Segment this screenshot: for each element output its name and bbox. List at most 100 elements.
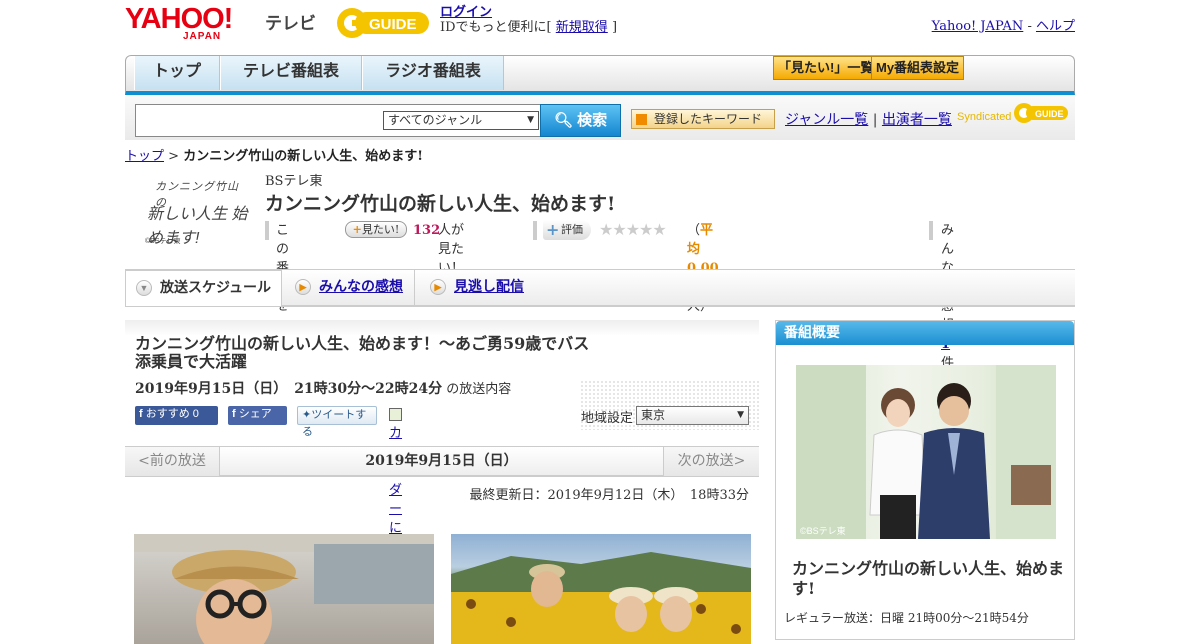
summary-photo: ©BSテレ東 — [796, 365, 1056, 539]
header: YAHOO! JAPAN テレビ GUIDE ログイン IDでもっと便利に[ 新… — [125, 0, 1075, 52]
thumb-credit: ©BSテレ東 — [145, 238, 181, 245]
gguide-small-logo: GUIDE — [1014, 103, 1068, 123]
header-links: Yahoo! JAPAN - ヘルプ — [932, 15, 1075, 34]
stat-divider — [929, 221, 933, 240]
facebook-icon: f — [139, 408, 143, 420]
stat-divider — [533, 221, 537, 240]
breadcrumb-sep: > — [168, 149, 180, 164]
program-title: カンニング竹山の新しい人生、始めます! — [265, 193, 616, 215]
last-updated: 最終更新日：2019年9月12日（木） 18時33分 — [469, 488, 749, 503]
rate-button[interactable]: + 評価 — [543, 220, 591, 240]
mitai-count: 132 — [413, 223, 441, 238]
syndicated-label: Syndicated — [957, 111, 1012, 123]
episode-photo-bus — [134, 534, 434, 644]
search-bar: すべてのジャンル ▼ 🔍︎ 検索 登録したキーワード ジャンル一覧 | 出演者一… — [125, 95, 1075, 140]
region-label: 地域設定 — [581, 411, 634, 426]
facebook-share-button[interactable]: f シェア — [228, 406, 287, 425]
yahoo-japan-logo[interactable]: YAHOO! JAPAN — [125, 3, 233, 42]
login-area: ログイン IDでもっと便利に[ 新規取得 ] — [440, 5, 617, 35]
search-links-divider: | — [872, 112, 878, 128]
next-broadcast-button[interactable]: 次の放送> — [663, 447, 759, 476]
tab-schedule-label: 放送スケジュール — [160, 279, 272, 295]
chevron-down-icon: ▼ — [136, 280, 152, 297]
facebook-recommend-button[interactable]: f おすすめ 0 — [135, 406, 218, 425]
photo-bus-art — [134, 534, 434, 644]
login-link[interactable]: ログイン — [440, 5, 492, 20]
login-sub: IDでもっと便利に[ — [440, 20, 552, 35]
login-close: ] — [611, 20, 618, 35]
airtime-value: 2019年9月15日（日） 21時30分～22時24分 — [135, 381, 443, 397]
episode-title: カンニング竹山の新しい人生、始めます！～あご勇59歳でバス添乗員で大活躍 — [135, 334, 590, 371]
summary-regular-airtime: レギュラー放送：日曜 21時00分～21時54分 — [784, 611, 1029, 625]
region-select[interactable]: 東京 ▼ — [636, 406, 749, 425]
tweet-button[interactable]: ✦ツイートする — [297, 406, 377, 438]
broadcast-date: 2019年9月15日（日） — [365, 453, 518, 469]
chevron-down-icon: ▼ — [737, 410, 744, 420]
my-schedule-button[interactable]: My番組表設定 — [871, 56, 965, 80]
cast-list-link[interactable]: 出演者一覧 — [882, 112, 952, 128]
avg-open: （ — [687, 223, 701, 238]
tab-top[interactable]: トップ — [134, 56, 220, 90]
header-link-sep: - — [1027, 19, 1032, 34]
keyword-button[interactable]: 登録したキーワード — [631, 109, 775, 129]
photo-sunflower-art — [451, 552, 751, 644]
summary-photo-art — [796, 365, 1056, 539]
genre-select[interactable]: すべてのジャンル ▼ — [383, 111, 539, 130]
global-nav: トップ テレビ番組表 ラジオ番組表 「見たい!」一覧 My番組表設定 — [125, 55, 1075, 95]
twitter-icon: ✦ — [302, 409, 312, 421]
plus-icon: + — [546, 220, 560, 239]
fb-recommend-label: おすすめ 0 — [145, 408, 199, 420]
summary-title: カンニング竹山の新しい人生、始めます! — [792, 559, 1065, 598]
facebook-icon: f — [232, 408, 236, 420]
episode-photo-sunflowers — [451, 534, 751, 644]
service-name[interactable]: テレビ — [265, 9, 316, 34]
calendar-icon — [389, 408, 402, 421]
program-subnav: ▼ 放送スケジュール ▶ みんなの感想 ▶ 見逃し配信 — [125, 269, 1075, 307]
plus-icon: + — [352, 223, 362, 236]
logo-main: YAHOO! — [125, 3, 233, 35]
want-list-button[interactable]: 「見たい!」一覧 — [773, 56, 879, 80]
breadcrumb: トップ > カンニング竹山の新しい人生、始めます! — [125, 145, 423, 164]
tab-radio-schedule[interactable]: ラジオ番組表 — [362, 56, 504, 90]
arrow-icon — [636, 114, 647, 125]
tab-schedule[interactable]: ▼ 放送スケジュール — [125, 270, 282, 306]
tab-tv-schedule[interactable]: テレビ番組表 — [220, 56, 362, 90]
search-button[interactable]: 🔍︎ 検索 — [540, 104, 621, 137]
rating-stars: ★★★★★ — [599, 220, 667, 239]
region-select-value: 東京 — [641, 408, 666, 422]
tab-reviews[interactable]: ▶ みんなの感想 — [295, 270, 415, 306]
chevron-right-icon: ▶ — [295, 279, 311, 296]
summary-photo-credit: ©BSテレ東 — [800, 526, 846, 536]
breadcrumb-current: カンニング竹山の新しい人生、始めます! — [183, 149, 423, 164]
channel-name: BSテレ東 — [265, 174, 323, 189]
tab-missed[interactable]: ▶ 見逃し配信 — [430, 270, 570, 306]
page: YAHOO! JAPAN テレビ GUIDE ログイン IDでもっと便利に[ 新… — [125, 0, 1075, 644]
airtime-suffix: の放送内容 — [446, 382, 512, 397]
yahoo-japan-link[interactable]: Yahoo! JAPAN — [932, 19, 1024, 34]
tab-reviews-label[interactable]: みんなの感想 — [319, 278, 403, 294]
prev-broadcast-button[interactable]: <前の放送 — [125, 447, 220, 476]
search-links: ジャンル一覧 | 出演者一覧 — [785, 109, 952, 129]
program-summary-panel: 番組概要 ©BSテレ東 カンニング竹山の新しい人生、始めます! レギュラー放送：… — [775, 320, 1075, 640]
gguide-small-text: GUIDE — [1035, 109, 1064, 119]
mitai-button-label: 見たい! — [361, 223, 400, 236]
stat-divider — [265, 221, 269, 240]
broadcast-pager: <前の放送 2019年9月15日（日） 次の放送> — [125, 446, 759, 477]
genre-list-link[interactable]: ジャンル一覧 — [785, 112, 868, 128]
search-button-label: 検索 — [577, 112, 608, 129]
logo-sub: JAPAN — [183, 31, 222, 42]
gguide-text: GUIDE — [369, 16, 417, 33]
chevron-right-icon: ▶ — [430, 279, 446, 296]
tweet-label: ツイートする — [302, 409, 367, 438]
search-icon: 🔍︎ — [553, 112, 573, 129]
mitai-button[interactable]: +見たい! — [345, 221, 407, 238]
summary-heading: 番組概要 — [776, 321, 1074, 345]
rate-button-label: 評価 — [561, 223, 583, 236]
gguide-logo: GUIDE — [337, 8, 429, 38]
register-link[interactable]: 新規取得 — [556, 20, 608, 35]
help-link[interactable]: ヘルプ — [1036, 19, 1075, 34]
tab-missed-label[interactable]: 見逃し配信 — [454, 278, 524, 294]
breadcrumb-top[interactable]: トップ — [125, 149, 164, 164]
chevron-down-icon: ▼ — [527, 115, 534, 125]
genre-select-value: すべてのジャンル — [388, 113, 483, 127]
